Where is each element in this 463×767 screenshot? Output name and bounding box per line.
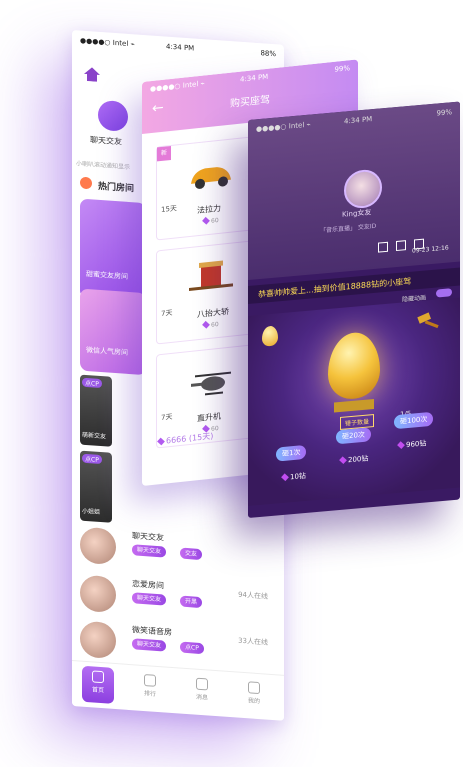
hide-animation-toggle[interactable] bbox=[436, 288, 452, 298]
chat-icon bbox=[196, 677, 208, 691]
duration: 7天 bbox=[161, 308, 173, 319]
tab-ranking[interactable]: 排行 bbox=[130, 673, 170, 699]
cost-value: 960钻 bbox=[406, 439, 427, 450]
chip: 聊天交友 bbox=[132, 544, 167, 558]
duration: 15天 bbox=[161, 204, 177, 215]
chip: 开黑 bbox=[180, 595, 203, 609]
tab-profile[interactable]: 我的 bbox=[234, 680, 274, 706]
new-tag: 新 bbox=[157, 145, 171, 162]
home-icon[interactable] bbox=[84, 67, 100, 82]
tab-label: 排行 bbox=[143, 690, 156, 698]
avatar bbox=[80, 574, 116, 614]
chip: 点CP bbox=[180, 641, 204, 655]
duration: 7天 bbox=[161, 412, 173, 423]
tab-label: 我的 bbox=[247, 697, 260, 706]
battery: 88% bbox=[260, 49, 276, 59]
avatar bbox=[80, 526, 116, 566]
hammer-icon bbox=[417, 312, 439, 329]
tile-tag: 点CP bbox=[82, 377, 102, 389]
chip: 聊天交友 bbox=[132, 638, 167, 652]
gem-icon bbox=[202, 320, 210, 329]
cost-label: 10钻 bbox=[281, 471, 306, 483]
trophy-icon[interactable] bbox=[378, 241, 388, 253]
chip: 聊天交友 bbox=[132, 592, 167, 606]
tab-home[interactable]: 首页 bbox=[78, 669, 118, 695]
hot-rooms-title: 热门房间 bbox=[98, 181, 135, 195]
category-icon[interactable] bbox=[98, 99, 128, 132]
room-name: 甜蜜交友房间 bbox=[86, 269, 128, 281]
tile-tag: 点CP bbox=[82, 453, 102, 465]
avatar bbox=[80, 620, 116, 660]
battery: 99% bbox=[334, 64, 350, 74]
item-name: 八抬大轿 bbox=[197, 306, 229, 320]
gem-icon bbox=[397, 441, 405, 449]
sedan-chair-icon bbox=[189, 260, 233, 292]
tile-caption: 萌新交友 bbox=[82, 431, 107, 441]
status-bar: ●●●●○ Intel ⌁ 4:34 PM 88% bbox=[80, 37, 276, 61]
chart-icon bbox=[144, 674, 156, 687]
category-label[interactable]: 聊天交友 bbox=[90, 134, 122, 147]
item-name: 法拉力 bbox=[197, 203, 221, 216]
car-icon bbox=[191, 167, 231, 189]
gem-icon bbox=[281, 473, 289, 482]
helicopter-icon bbox=[191, 371, 231, 396]
battery: 99% bbox=[436, 108, 452, 118]
item-price: 60 bbox=[202, 320, 219, 330]
fire-icon bbox=[80, 176, 92, 190]
list-title: 恋爱房间 bbox=[132, 579, 164, 591]
chip: 交友 bbox=[180, 547, 203, 561]
item-name: 直升机 bbox=[197, 411, 221, 424]
status-time: 4:34 PM bbox=[166, 42, 195, 53]
cost-value: 10钻 bbox=[290, 471, 306, 482]
room-tile[interactable]: 点CP 萌新交友 bbox=[80, 374, 112, 447]
list-title: 微笑语音房 bbox=[132, 625, 172, 637]
tab-label: 首页 bbox=[91, 686, 104, 695]
room-card[interactable]: 微信人气房间 bbox=[80, 288, 146, 376]
room-name: 微信人气房间 bbox=[86, 345, 128, 357]
tab-messages[interactable]: 消息 bbox=[182, 677, 222, 703]
online-count: 94人在线 bbox=[238, 590, 268, 601]
gem-icon bbox=[202, 216, 210, 225]
carrier: ●●●●○ Intel ⌁ bbox=[80, 36, 135, 49]
egg-game-screen: ●●●●○ Intel ⌁ 4:34 PM 99% King女友 「音乐直播」 … bbox=[248, 101, 460, 519]
room-tile[interactable]: 点CP 小姐姐 bbox=[80, 450, 112, 523]
chart-icon[interactable] bbox=[396, 240, 406, 252]
gem-icon bbox=[157, 437, 165, 446]
user-icon bbox=[248, 681, 260, 695]
notice-text: 小喇叭滚动通知显示 bbox=[76, 160, 131, 172]
tile-caption: 小姐姐 bbox=[82, 507, 101, 516]
item-price: 60 bbox=[202, 216, 219, 226]
online-count: 33人在线 bbox=[238, 636, 268, 647]
home-tab-icon bbox=[92, 670, 104, 684]
gem-icon bbox=[339, 456, 347, 465]
room-card[interactable]: 甜蜜交友房间 bbox=[80, 198, 146, 304]
cost-value: 200钻 bbox=[348, 454, 369, 465]
price-value: 60 bbox=[211, 216, 219, 225]
price-value: 60 bbox=[211, 320, 219, 329]
tab-label: 消息 bbox=[195, 693, 208, 702]
list-title: 聊天交友 bbox=[132, 531, 164, 543]
